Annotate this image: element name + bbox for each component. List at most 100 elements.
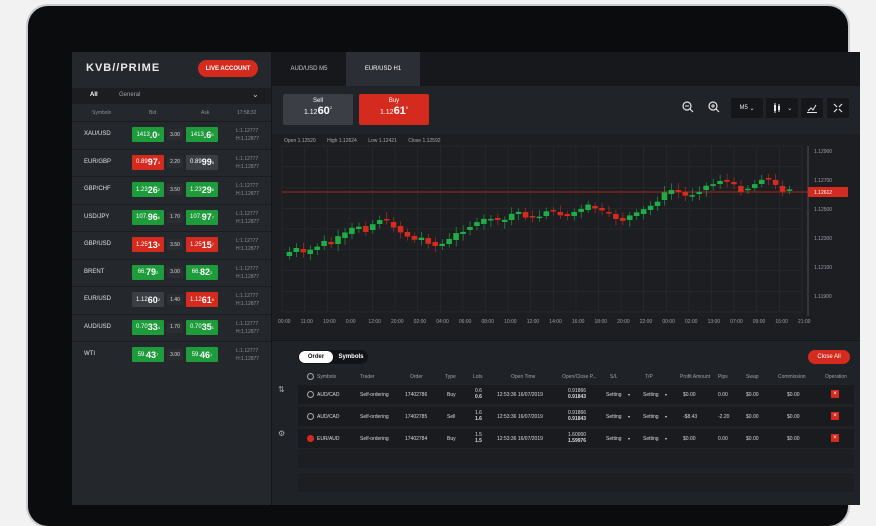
select-all-radio[interactable]: [307, 373, 314, 380]
column-header[interactable]: Lots: [473, 374, 482, 380]
candle-body: [620, 218, 626, 221]
column-header[interactable]: T/P: [645, 374, 653, 380]
tp-setting[interactable]: Setting: [643, 414, 659, 420]
tab-symbols[interactable]: Symbols: [335, 351, 367, 363]
chevron-down-icon[interactable]: ▾: [628, 392, 630, 397]
price-chart[interactable]: Open 1.12520 High 1.12624 Low 1.12421 Cl…: [272, 134, 860, 339]
timeframe-select[interactable]: M5 ⌄: [731, 98, 763, 118]
symbol-row[interactable]: USD/JPY 107. 96 6 1.70 107. 97 7 L:1.12777 H:1.12…: [72, 203, 271, 232]
table-row[interactable]: AUD/CAD Self-ordering 17402786 Buy 0.6 0.6 12:…: [298, 385, 854, 404]
chevron-down-icon[interactable]: ▾: [665, 414, 667, 419]
chevron-down-icon[interactable]: ▾: [628, 414, 630, 419]
bid-price-button[interactable]: 0.89 97 4: [132, 154, 164, 170]
candle-body: [529, 216, 536, 218]
zoom-out-icon[interactable]: [681, 100, 695, 114]
low-high-values: L:1.12777 H:1.12877: [236, 155, 260, 170]
bid-price-button[interactable]: 59. 43 7: [132, 347, 164, 362]
bid-price-button[interactable]: 1413.0 5: [132, 127, 164, 142]
ask-price-button[interactable]: 0.89 99 5: [186, 154, 218, 170]
row-select-radio[interactable]: [307, 413, 314, 420]
table-row[interactable]: AUD/CAD Self-ordering 17402785 Sell 1.6 1.6 12…: [298, 407, 854, 426]
row-type: Buy: [447, 392, 456, 398]
column-header[interactable]: Pips: [718, 374, 728, 380]
bid-price-button[interactable]: 1.12 60 2: [132, 292, 164, 307]
tp-setting[interactable]: Setting: [643, 392, 659, 398]
row-select-radio[interactable]: [307, 391, 314, 398]
tab-aud-usd[interactable]: AUD/USD M5: [272, 52, 346, 86]
chart-canvas[interactable]: 1.12900 1.12700 1.12500 1.12300 1.12100 1.119…: [272, 134, 860, 339]
bid-price-button[interactable]: 66. 79 2: [132, 264, 164, 280]
sl-setting[interactable]: Setting: [606, 392, 622, 398]
indicator-icon[interactable]: [801, 98, 823, 118]
symbol-row[interactable]: BRENT 66. 79 2 3.00 66. 82 2 L:1.12777 H:1.12877: [72, 258, 271, 287]
x-tick-label: 18:00: [595, 319, 608, 325]
low-high-values: L:1.12777 H:1.12877: [236, 210, 260, 225]
filter-all[interactable]: All: [90, 92, 98, 98]
column-header[interactable]: S/L: [610, 374, 618, 380]
spread-value: 3.50: [167, 239, 183, 250]
symbol-row[interactable]: EUR/GBP 0.89 97 4 2.20 0.89 99 5 L:1.12777 H:1.12…: [72, 148, 271, 177]
bid-price-button[interactable]: 1.25 13 6: [132, 237, 164, 252]
row-pips: 0.00: [718, 436, 728, 442]
column-header[interactable]: Order: [410, 374, 423, 380]
symbol-row[interactable]: WTI 59. 43 7 3.00 59. 46 1 L:1.12777 H:1.12877: [72, 341, 271, 369]
symbol-row[interactable]: GBP/USD 1.25 13 6 3.50 1.25 15 7 L:1.12777 H:1.12…: [72, 231, 271, 259]
column-header[interactable]: Type: [445, 374, 456, 380]
symbol-row[interactable]: GBP/CHF 1.23 26 2 3.50 1.23 29 6 L:1.12777 H:1.12…: [72, 176, 271, 204]
chevron-down-icon[interactable]: ▾: [628, 436, 630, 441]
close-all-button[interactable]: Close All: [808, 350, 850, 364]
sell-button[interactable]: Sell 1.12602: [283, 94, 353, 125]
buy-button[interactable]: Buy 1.12616: [359, 94, 429, 125]
ask-price-button[interactable]: 1.25 15 7: [186, 237, 218, 252]
tab-eur-usd[interactable]: EUR/USD H1: [346, 52, 420, 86]
column-header[interactable]: Open/Close P...: [562, 374, 597, 380]
ask-price-button[interactable]: 66. 82 2: [186, 264, 218, 280]
bid-price-button[interactable]: 107. 96 6: [132, 209, 164, 225]
symbol-row[interactable]: AUD/USD 0.70 33 4 1.70 0.70 35 1 L:1.12777 H:1.12…: [72, 313, 271, 342]
ask-price-button[interactable]: 1.23 29 6: [186, 182, 218, 197]
ask-price-button[interactable]: 1.12 61 6: [186, 292, 218, 307]
column-header[interactable]: Open Time: [511, 374, 535, 380]
symbol-filter[interactable]: All General ⌄: [72, 88, 271, 104]
tp-setting[interactable]: Setting: [643, 436, 659, 442]
ask-price-button[interactable]: 59. 46 1: [186, 347, 218, 362]
chevron-down-icon[interactable]: ⌄: [252, 90, 259, 99]
row-profit: $0.00: [683, 392, 696, 398]
candle-body: [467, 226, 473, 230]
row-select-radio[interactable]: [307, 435, 314, 442]
column-header[interactable]: Profit Amount: [680, 374, 710, 380]
tab-order[interactable]: Order: [299, 351, 333, 363]
column-header[interactable]: Trader: [360, 374, 375, 380]
fullscreen-icon[interactable]: [827, 98, 849, 118]
row-trader: Self-ordering: [360, 414, 389, 420]
chevron-down-icon[interactable]: ▾: [665, 392, 667, 397]
close-order-icon[interactable]: ×: [831, 412, 839, 420]
column-header[interactable]: Symbols: [317, 374, 336, 380]
candle-body: [724, 180, 730, 182]
live-account-button[interactable]: LIVE ACCOUNT: [198, 60, 258, 77]
filter-group[interactable]: General: [119, 92, 140, 98]
close-order-icon[interactable]: ×: [831, 390, 839, 398]
swap-icon[interactable]: ⇅: [278, 385, 285, 394]
bid-price-button[interactable]: 0.70 33 4: [132, 319, 164, 335]
bid-price-button[interactable]: 1.23 26 2: [132, 182, 164, 197]
ask-price-button[interactable]: 1413.6 5: [186, 127, 218, 142]
settings-icon[interactable]: ⚙: [278, 429, 285, 438]
sl-setting[interactable]: Setting: [606, 414, 622, 420]
row-order: 17402786: [405, 392, 428, 398]
zoom-in-icon[interactable]: [707, 100, 721, 114]
low-high-values: L:1.12777 H:1.12877: [236, 183, 260, 197]
symbol-row[interactable]: EUR/USD 1.12 60 2 1.40 1.12 61 6 L:1.12777 H:1.12…: [72, 286, 271, 314]
candle-body: [626, 215, 633, 220]
candlestick-type-icon[interactable]: ⌄: [766, 98, 798, 118]
symbol-row[interactable]: XAU/USD 1413.0 5 3.00 1413.6 5 L:1.12777 H:1.12…: [72, 121, 271, 149]
sl-setting[interactable]: Setting: [606, 436, 622, 442]
column-header[interactable]: Operation: [825, 374, 847, 380]
chevron-down-icon[interactable]: ▾: [665, 436, 667, 441]
column-header[interactable]: Swap: [746, 374, 759, 380]
table-row[interactable]: EUR/AUD Self-ordering 17402784 Buy 1.5 1.5 12:…: [298, 429, 854, 448]
column-header[interactable]: Commission: [778, 374, 806, 380]
ask-price-button[interactable]: 107. 97 7: [186, 209, 218, 225]
ask-price-button[interactable]: 0.70 35 1: [186, 319, 218, 335]
close-order-icon[interactable]: ×: [831, 434, 839, 442]
